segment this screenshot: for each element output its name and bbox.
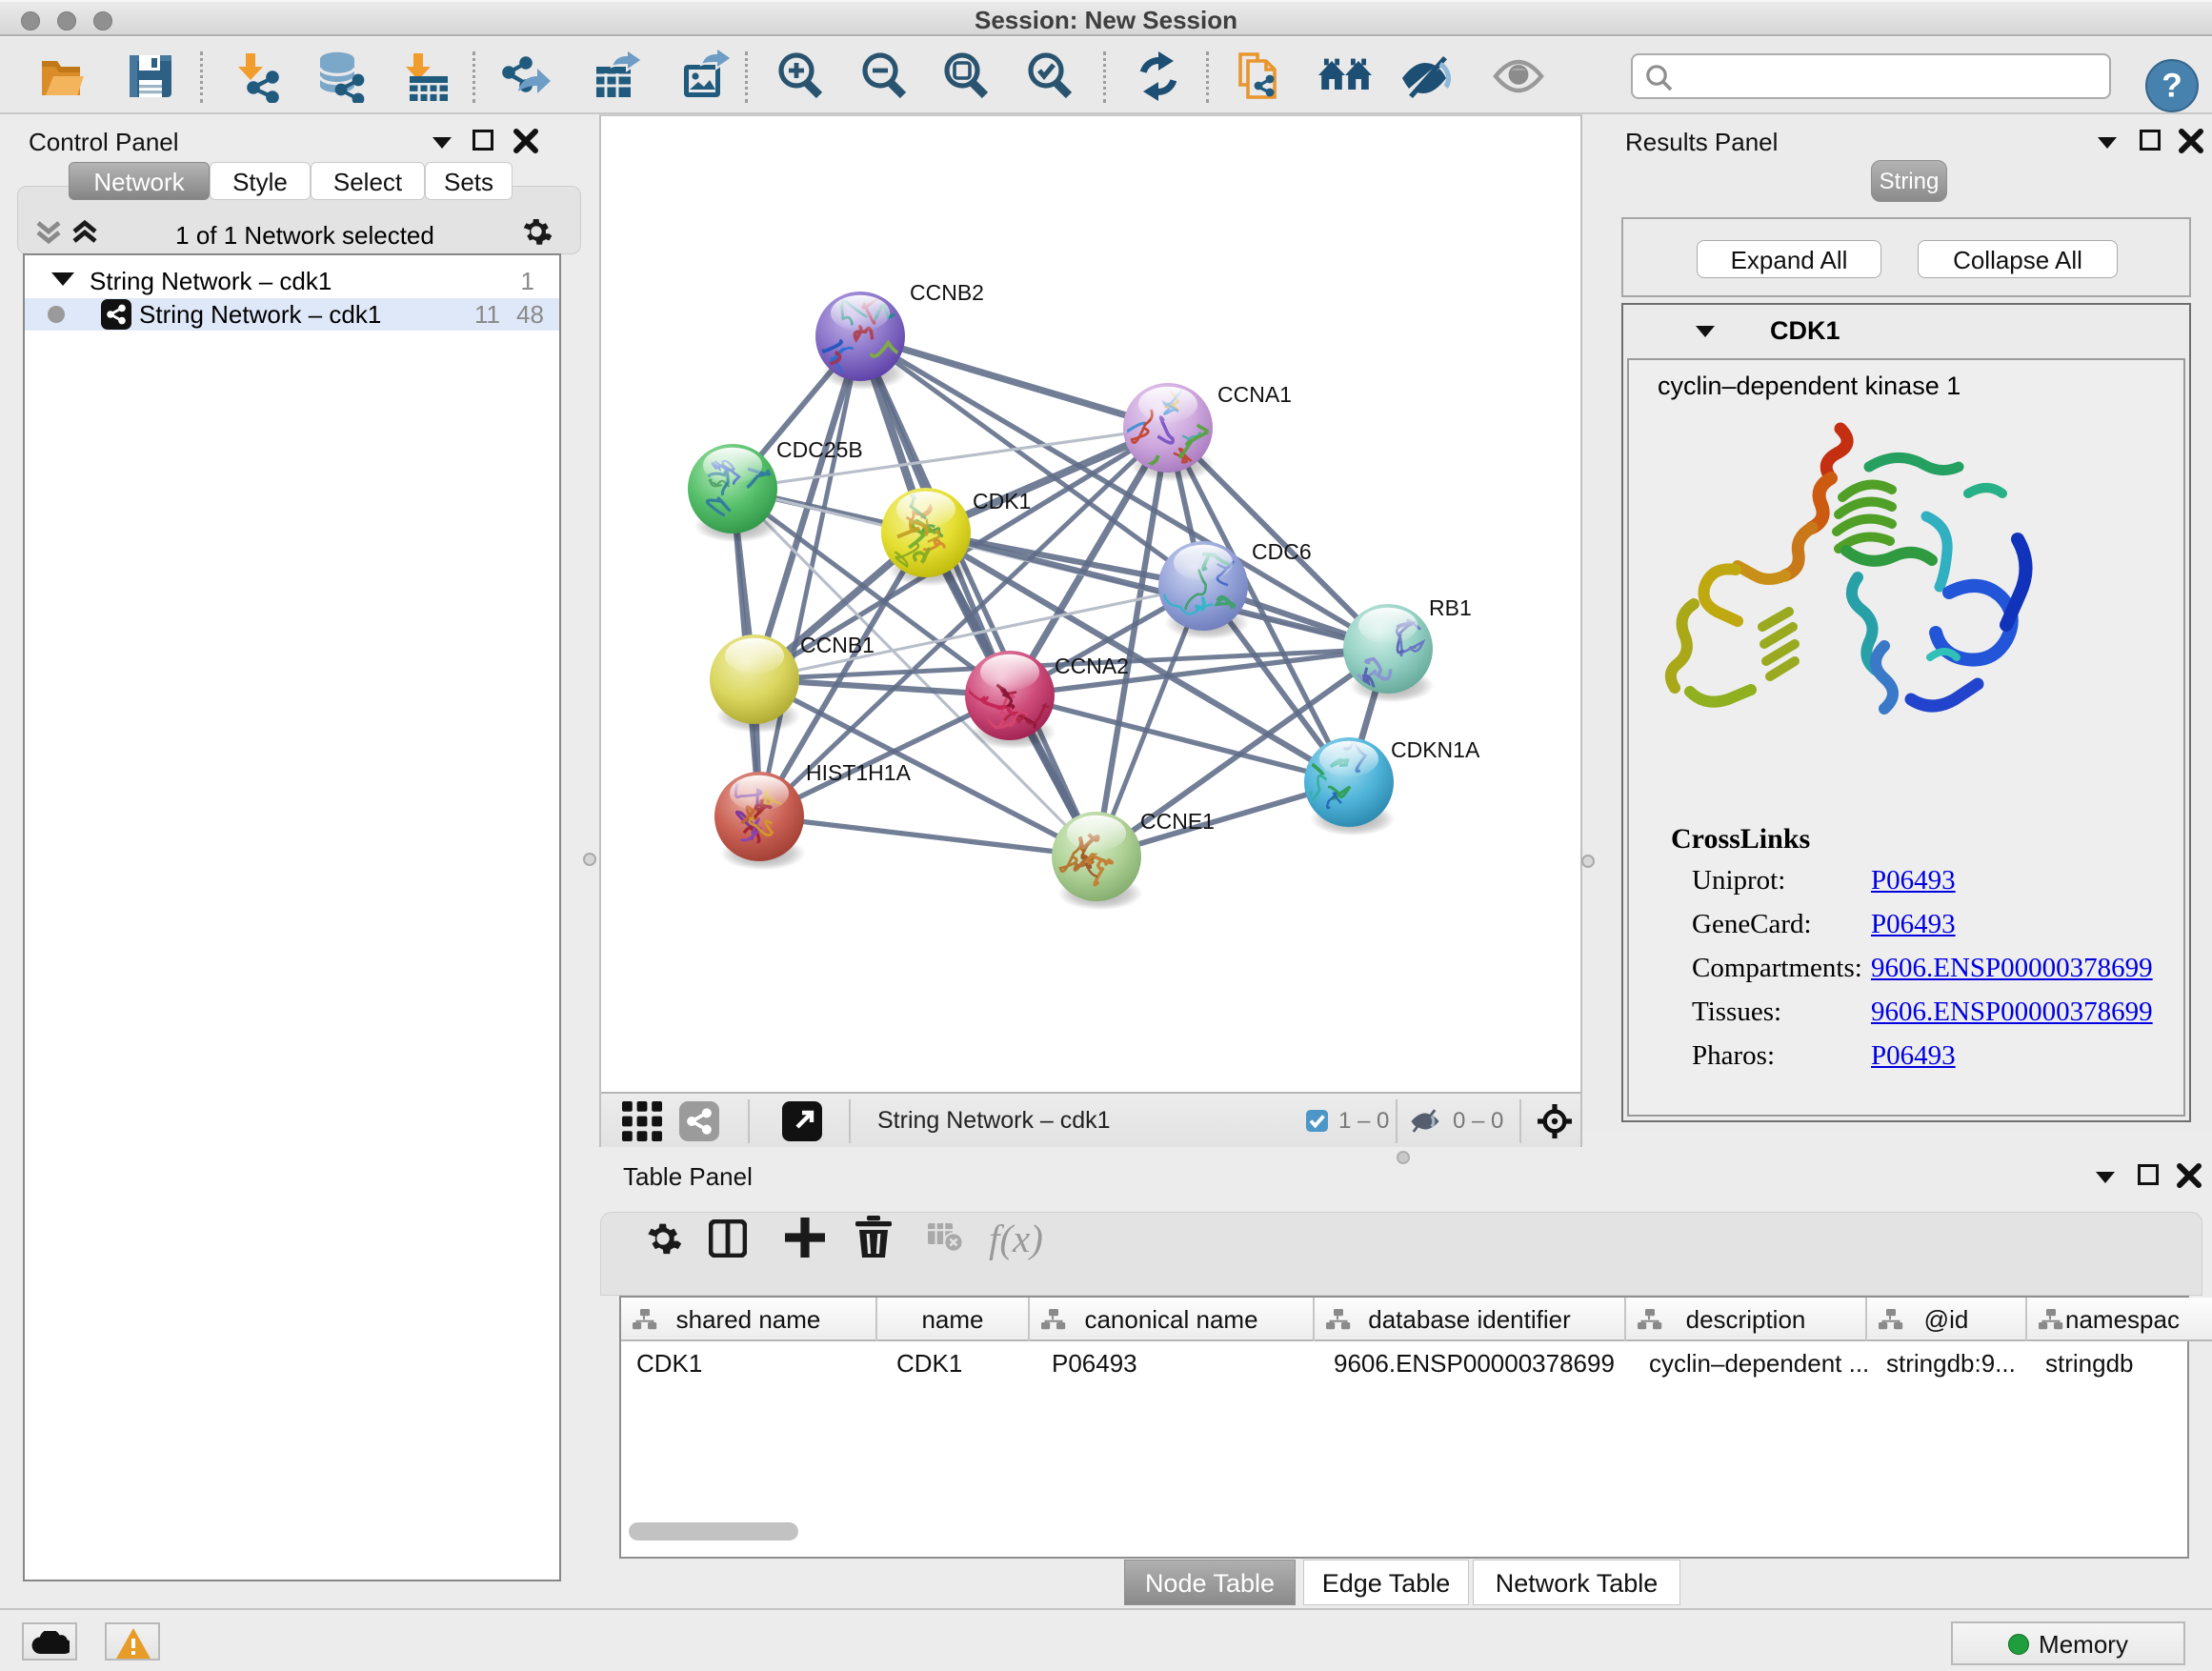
svg-text:CCNB2: CCNB2 (910, 280, 984, 305)
svg-text:RB1: RB1 (1429, 595, 1472, 620)
svg-text:CCNB1: CCNB1 (800, 633, 875, 657)
svg-text:CDC6: CDC6 (1252, 539, 1312, 564)
svg-text:CCNA2: CCNA2 (1055, 654, 1129, 678)
svg-text:CDKN1A: CDKN1A (1391, 737, 1480, 762)
svg-text:CCNA1: CCNA1 (1217, 382, 1292, 407)
svg-text:CDK1: CDK1 (973, 489, 1031, 513)
svg-text:HIST1H1A: HIST1H1A (806, 760, 912, 785)
svg-text:CDC25B: CDC25B (776, 437, 863, 462)
svg-text:CCNE1: CCNE1 (1140, 809, 1215, 834)
svg-text:?: ? (2162, 67, 2182, 104)
